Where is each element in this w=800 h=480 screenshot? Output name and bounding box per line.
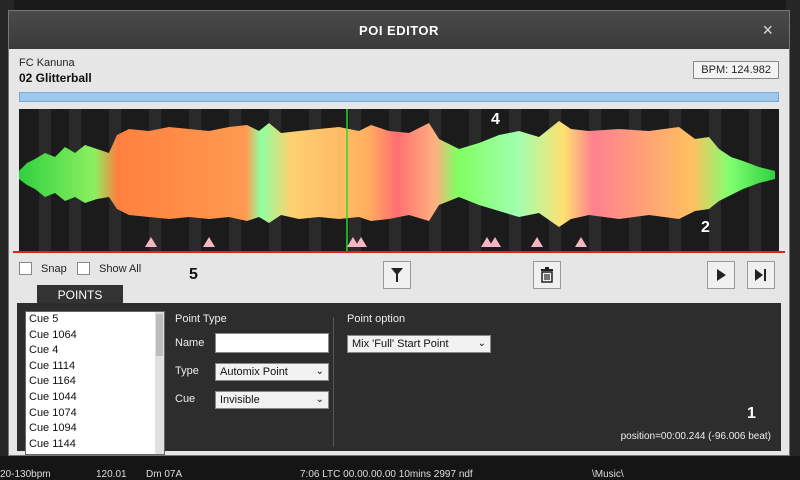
list-item[interactable]: Cue 4 — [26, 343, 164, 359]
list-item[interactable]: Cue 5 — [26, 312, 164, 328]
list-item[interactable]: Cue 1074 — [26, 406, 164, 422]
point-option-select[interactable]: Mix 'Full' Start Point ⌄ — [347, 335, 491, 353]
background-text-b: 120.01 — [96, 469, 127, 480]
callout-3: 3 — [115, 333, 124, 350]
callout-4: 4 — [491, 111, 500, 128]
dialog-title: POI EDITOR — [359, 23, 439, 38]
points-list[interactable]: Cue 5 Cue 1064 Cue 4 Cue 1114 Cue 1164 Cue 10… — [25, 311, 165, 455]
background-track-row: 20-130bpm 120.01 Dm 07A 7:06 LTC 00.00.0… — [0, 456, 800, 480]
cue-select[interactable]: Invisible ⌄ — [215, 391, 329, 409]
point-option-header: Point option — [347, 313, 406, 325]
point-type-header: Point Type — [175, 313, 227, 325]
skip-next-icon — [755, 269, 766, 281]
background-text-e: \Music\ — [592, 469, 624, 480]
name-label: Name — [175, 337, 205, 349]
points-panel: Cue 5 Cue 1064 Cue 4 Cue 1114 Cue 1164 Cue 10… — [17, 303, 781, 455]
snap-label: Snap — [41, 263, 67, 275]
chevron-down-icon: ⌄ — [315, 394, 324, 405]
play-icon — [717, 269, 726, 281]
artist-name: FC Kanuna — [19, 57, 75, 69]
list-item[interactable]: Cue 1114 — [26, 359, 164, 375]
poi-editor-dialog: POI EDITOR × FC Kanuna 02 Glitterball BP… — [8, 10, 790, 456]
point-option-value: Mix 'Full' Start Point — [352, 338, 449, 350]
points-list-items: Cue 5 Cue 1064 Cue 4 Cue 1114 Cue 1164 Cue 10… — [26, 312, 164, 454]
background-text-a: 20-130bpm — [0, 469, 51, 480]
type-select[interactable]: Automix Point ⌄ — [215, 363, 329, 381]
list-item[interactable]: Cue 1144 — [26, 437, 164, 453]
tab-points[interactable]: POINTS — [37, 285, 123, 305]
waveform-svg — [19, 109, 779, 253]
list-item[interactable]: Cue 1064 — [26, 328, 164, 344]
panel-divider — [333, 317, 334, 447]
callout-5: 5 — [189, 266, 198, 283]
track-overview-bar[interactable] — [19, 92, 779, 102]
filter-icon — [391, 268, 403, 282]
callout-2: 2 — [701, 219, 710, 236]
show-all-checkbox[interactable] — [77, 262, 90, 275]
snap-checkbox[interactable] — [19, 262, 32, 275]
type-select-value: Automix Point — [220, 366, 288, 378]
waveform-area[interactable] — [19, 109, 779, 253]
filter-button[interactable] — [383, 261, 411, 289]
next-button[interactable] — [747, 261, 775, 289]
list-item[interactable]: Cue 1124 — [26, 452, 164, 454]
close-icon[interactable]: × — [762, 20, 773, 41]
list-scrollbar[interactable] — [155, 312, 164, 454]
name-input[interactable] — [215, 333, 329, 353]
chevron-down-icon: ⌄ — [315, 366, 324, 377]
highlight-line — [13, 251, 785, 253]
list-item[interactable]: Cue 1094 — [26, 421, 164, 437]
delete-button[interactable] — [533, 261, 561, 289]
list-item[interactable]: Cue 1044 — [26, 390, 164, 406]
cue-label: Cue — [175, 393, 196, 405]
chevron-down-icon: ⌄ — [477, 338, 486, 349]
waveform-shape — [19, 121, 775, 227]
list-item[interactable]: Cue 1164 — [26, 374, 164, 390]
callout-1: 1 — [747, 405, 756, 422]
trash-icon — [541, 267, 553, 283]
title-bar: POI EDITOR × — [9, 11, 789, 49]
position-readout: position=00:00.244 (-96.006 beat) — [620, 431, 771, 442]
show-all-label: Show All — [99, 263, 142, 275]
bpm-display: BPM: 124.982 — [693, 61, 779, 79]
scrollbar-thumb[interactable] — [156, 314, 163, 356]
background-text-d: 7:06 LTC 00.00.00.00 10mins 2997 ndf — [300, 469, 473, 480]
play-button[interactable] — [707, 261, 735, 289]
track-title: 02 Glitterball — [19, 71, 92, 85]
cue-select-value: Invisible — [220, 394, 260, 406]
background-text-c: Dm 07A — [146, 469, 183, 480]
type-label: Type — [175, 365, 199, 377]
